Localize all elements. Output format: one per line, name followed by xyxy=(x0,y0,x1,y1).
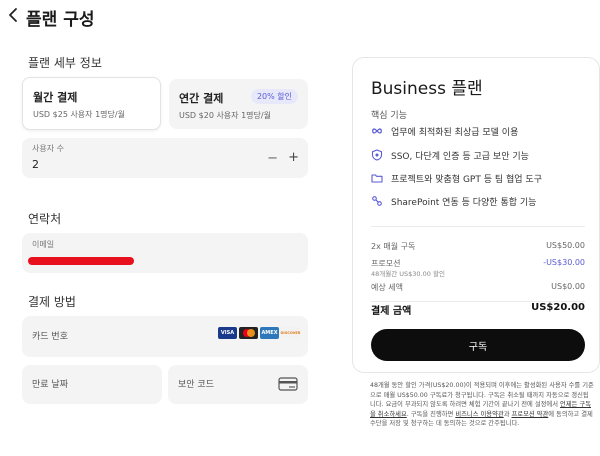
promotion-terms-link[interactable]: 프로모션 약관 xyxy=(511,411,548,418)
feature-item: 프로젝트와 맞춤형 GPT 등 팀 협업 도구 xyxy=(371,170,542,186)
feature-text: SSO, 다단계 인증 등 고급 보안 기능 xyxy=(391,151,529,162)
shield-icon xyxy=(371,149,383,161)
feature-item: SSO, 다단계 인증 등 고급 보안 기능 xyxy=(371,147,529,163)
business-terms-link[interactable]: 비즈니스 이용약관 xyxy=(455,411,503,418)
security-code-field[interactable]: 보안 코드 xyxy=(168,365,308,404)
feature-text: 업무에 최적화된 최상급 모델 이용 xyxy=(391,127,519,138)
card-number-field[interactable]: 카드 번호 VISA AMEX DISCOVER xyxy=(22,316,308,357)
feature-item: SharePoint 연동 등 다양한 통합 기능 xyxy=(371,193,536,209)
mastercard-logo xyxy=(239,327,258,339)
folder-icon xyxy=(371,174,383,183)
infinity-icon xyxy=(372,128,382,134)
email-field[interactable]: 이메일 xyxy=(22,233,308,273)
features-title: 핵심 기능 xyxy=(371,111,407,121)
security-code-label: 보안 코드 xyxy=(178,380,214,390)
subscription-label: 2x 매월 구독 xyxy=(371,242,416,251)
feature-text: 프로젝트와 맞춤형 GPT 등 팀 협업 도구 xyxy=(391,174,542,185)
amex-logo: AMEX xyxy=(260,327,279,339)
legal-notice: 48개월 동안 할인 가격(US$20.00)이 적용되며 이후에는 활성화된 … xyxy=(370,381,594,429)
user-count-value: 2 xyxy=(32,158,39,171)
plan-name: Business 플랜 xyxy=(371,79,483,99)
tax-row: 예상 세액 US$0.00 xyxy=(371,282,585,293)
subscription-amount: US$50.00 xyxy=(546,241,585,250)
monthly-billing-option[interactable]: 월간 결제 USD $25 사용자 1명당/월 xyxy=(22,77,161,130)
expiry-date-field[interactable]: 만료 날짜 xyxy=(22,365,162,404)
total-row: 결제 금액 US$20.00 xyxy=(371,302,585,317)
annual-billing-option[interactable]: 연간 결제 20% 할인 USD $20 사용자 1명당/월 xyxy=(169,79,308,129)
promotion-detail: 48개월간 US$30.00 할인 xyxy=(371,270,445,278)
monthly-billing-price: USD $25 사용자 1명당/월 xyxy=(33,110,125,119)
redacted-email-value xyxy=(28,257,134,265)
discover-logo: DISCOVER xyxy=(281,327,301,339)
order-summary-panel: Business 플랜 핵심 기능 업무에 최적화된 최상급 모델 이용 SSO… xyxy=(352,57,600,373)
contact-title: 연락처 xyxy=(28,212,62,226)
page-title: 플랜 구성 xyxy=(26,10,95,30)
top-bar: 플랜 구성 xyxy=(0,0,600,36)
summary-divider xyxy=(371,226,585,227)
monthly-billing-title: 월간 결제 xyxy=(33,91,78,104)
subscribe-button[interactable]: 구독 xyxy=(371,329,585,361)
increment-button[interactable]: + xyxy=(288,150,299,165)
card-back-icon xyxy=(278,377,298,391)
card-brands: VISA AMEX DISCOVER xyxy=(218,327,301,339)
tax-amount: US$0.00 xyxy=(551,282,585,291)
visa-logo: VISA xyxy=(218,327,237,339)
plan-details-title: 플랜 세부 정보 xyxy=(28,56,102,70)
feature-item: 업무에 최적화된 최상급 모델 이용 xyxy=(371,123,518,139)
subscription-row: 2x 매월 구독 US$50.00 xyxy=(371,241,585,252)
user-count-label: 사용자 수 xyxy=(32,144,64,153)
total-label: 결제 금액 xyxy=(371,306,412,317)
annual-billing-price: USD $20 사용자 1명당/월 xyxy=(179,111,271,120)
total-amount: US$20.00 xyxy=(531,302,585,313)
user-count-field[interactable]: 사용자 수 2 − + xyxy=(22,138,308,178)
discount-badge: 20% 할인 xyxy=(250,89,298,104)
expiry-date-label: 만료 날짜 xyxy=(32,380,68,390)
link-icon xyxy=(372,196,382,206)
email-label: 이메일 xyxy=(32,240,55,249)
payment-method-title: 결제 방법 xyxy=(28,295,76,309)
feature-text: SharePoint 연동 등 다양한 통합 기능 xyxy=(391,197,537,208)
tax-label: 예상 세액 xyxy=(371,283,403,292)
card-number-label: 카드 번호 xyxy=(32,332,68,342)
chevron-left-icon[interactable] xyxy=(6,6,22,24)
annual-billing-title: 연간 결제 xyxy=(179,92,224,105)
legal-text: . 구독을 진행하면 xyxy=(406,410,456,418)
decrement-button[interactable]: − xyxy=(267,151,278,166)
